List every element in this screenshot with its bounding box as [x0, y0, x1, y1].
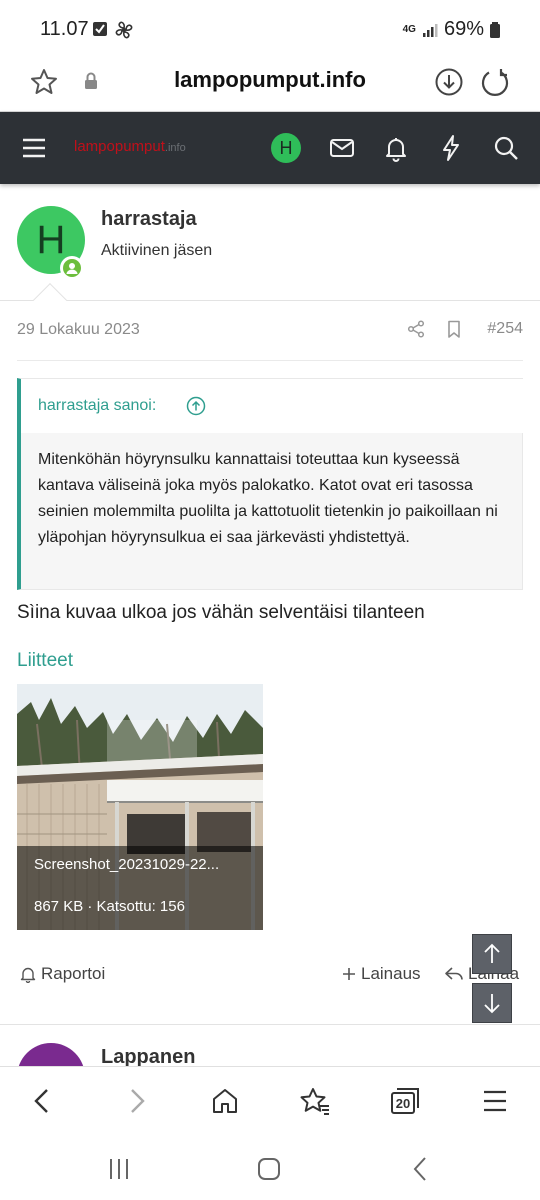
multiquote-label: Lainaus — [361, 964, 421, 983]
arrow-down-icon — [484, 994, 500, 1014]
divider — [0, 300, 540, 301]
reply-arrow-icon — [445, 967, 463, 980]
browser-bottom-bar: 20 — [0, 1066, 540, 1134]
attachment-thumbnail[interactable]: Screenshot_20231029-22... 867 KB · Katso… — [17, 684, 263, 930]
post-message: Sìina kuvaa ulkoa jos vähän selventäisi … — [17, 602, 425, 623]
battery-icon — [490, 21, 500, 38]
post-number[interactable]: #254 — [487, 320, 523, 338]
attachment-filename: Screenshot_20231029-22... — [34, 856, 220, 873]
menu-icon[interactable] — [18, 132, 50, 164]
system-home-icon[interactable] — [254, 1154, 284, 1184]
network-label: 4G — [402, 24, 416, 35]
status-right: 4G 69% — [403, 18, 500, 41]
user-online-icon — [66, 263, 78, 274]
message-caret — [33, 283, 67, 317]
attachment-meta: 867 KB · Katsottu: 156 — [34, 898, 185, 915]
quote-author[interactable]: harrastaja sanoi: — [38, 397, 156, 415]
bookmarks-star-icon[interactable] — [298, 1084, 332, 1118]
attachments-heading: Liitteet — [17, 650, 73, 671]
plus-icon — [343, 968, 355, 980]
divider — [17, 360, 523, 361]
quote-text: Mitenköhän höyrynsulku kannattaisi toteu… — [38, 451, 498, 546]
post-username[interactable]: harrastaja — [101, 208, 197, 231]
forward-icon[interactable] — [119, 1084, 153, 1118]
report-button[interactable]: Raportoi — [19, 964, 105, 984]
jump-to-quote-icon[interactable] — [186, 396, 206, 416]
scroll-to-bottom-button[interactable] — [472, 983, 512, 1023]
divider — [0, 1024, 540, 1025]
post-date[interactable]: 29 Lokakuu 2023 — [17, 321, 140, 339]
home-icon[interactable] — [208, 1084, 242, 1118]
logo-main-text: lampopumput — [74, 138, 165, 155]
attachment-info-overlay: Screenshot_20231029-22... 867 KB · Katso… — [17, 846, 263, 930]
system-back-icon[interactable] — [406, 1154, 436, 1184]
status-time: 11.07 — [40, 18, 89, 40]
share-icon[interactable] — [406, 319, 426, 339]
notifications-bell-icon[interactable] — [380, 132, 412, 164]
report-bell-icon — [20, 967, 36, 983]
site-navigation-bar: lampopumput.info — [0, 112, 540, 184]
tabs-count: 20 — [395, 1096, 411, 1111]
site-logo[interactable]: lampopumput.info — [74, 138, 186, 155]
signal-icon — [422, 23, 438, 37]
multiquote-button[interactable]: Lainaus — [341, 964, 421, 984]
browser-url-bar: lampopumput.info — [0, 58, 540, 112]
search-icon[interactable] — [490, 132, 522, 164]
fan-notification-icon — [115, 21, 133, 39]
report-label: Raportoi — [41, 964, 106, 983]
status-bar: 11.07 4G 69% — [0, 0, 540, 58]
inbox-icon[interactable] — [326, 132, 358, 164]
online-status-badge — [60, 256, 84, 280]
arrow-up-icon — [484, 943, 500, 963]
back-icon[interactable] — [26, 1084, 60, 1118]
bookmark-icon[interactable] — [444, 319, 464, 339]
account-avatar[interactable]: H — [271, 133, 301, 163]
download-icon[interactable] — [433, 66, 465, 98]
system-navigation-bar — [0, 1134, 540, 1200]
quote-block: harrastaja sanoi: Mitenköhän höyrynsulku… — [17, 378, 523, 590]
browser-menu-icon[interactable] — [478, 1084, 512, 1118]
scroll-to-top-button[interactable] — [472, 934, 512, 974]
whats-new-bolt-icon[interactable] — [435, 132, 467, 164]
reload-icon[interactable] — [479, 66, 511, 98]
tabs-button[interactable]: 20 — [388, 1084, 422, 1118]
logo-domain-text: .info — [164, 142, 186, 154]
recent-apps-icon[interactable] — [104, 1154, 134, 1184]
checkbox-notification-icon — [93, 22, 107, 36]
quote-header: harrastaja sanoi: — [21, 379, 523, 433]
user-title: Aktiivinen jäsen — [101, 242, 213, 259]
battery-percent: 69% — [443, 18, 484, 40]
